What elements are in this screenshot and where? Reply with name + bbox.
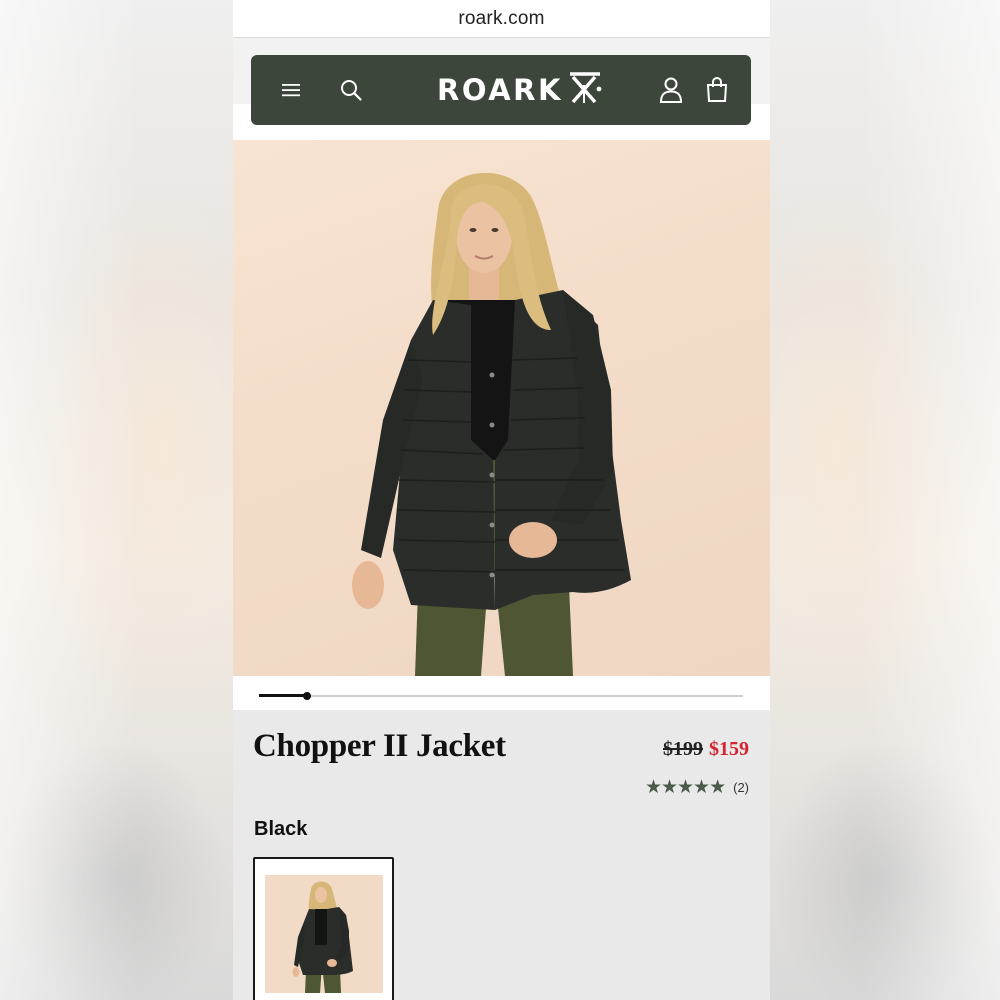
product-image[interactable] <box>233 140 770 676</box>
brand-wordmark: ROARK <box>437 73 563 107</box>
product-title: Chopper II Jacket <box>253 728 506 764</box>
swatch-thumbnail-image <box>265 875 383 993</box>
blurred-background-right <box>767 0 1000 1000</box>
original-price: $199 <box>663 738 703 760</box>
product-info: Chopper II Jacket $199 $159 ★★★★★ (2) Bla… <box>233 710 770 1000</box>
selected-color-label: Black <box>254 818 308 840</box>
url-text: roark.com <box>458 7 545 29</box>
search-icon[interactable] <box>333 55 369 125</box>
mobile-page: roark.com ROARK Chopper II Jacket $199 $… <box>233 0 770 1000</box>
site-header: ROARK <box>251 55 751 125</box>
product-price: $199 $159 <box>663 738 749 761</box>
account-icon[interactable] <box>653 55 689 125</box>
hamburger-menu-icon[interactable] <box>273 55 309 125</box>
browser-url-bar[interactable]: roark.com <box>233 0 770 38</box>
color-swatch-black[interactable] <box>253 857 394 1000</box>
roark-mark-icon <box>567 71 603 110</box>
gallery-progress-track[interactable] <box>259 692 743 700</box>
shopping-bag-icon[interactable] <box>699 55 735 125</box>
product-rating[interactable]: ★★★★★ (2) <box>645 776 749 799</box>
sale-price: $159 <box>709 738 749 760</box>
review-count: (2) <box>733 780 749 795</box>
model-wearing-jacket-illustration <box>352 172 631 676</box>
brand-logo[interactable]: ROARK <box>437 71 603 109</box>
gallery-progress-fill <box>259 694 308 697</box>
gallery-progress-knob[interactable] <box>303 692 312 700</box>
blurred-background-left <box>0 0 233 1000</box>
gallery-progress <box>233 676 770 710</box>
rating-stars-icon: ★★★★★ <box>644 777 726 798</box>
